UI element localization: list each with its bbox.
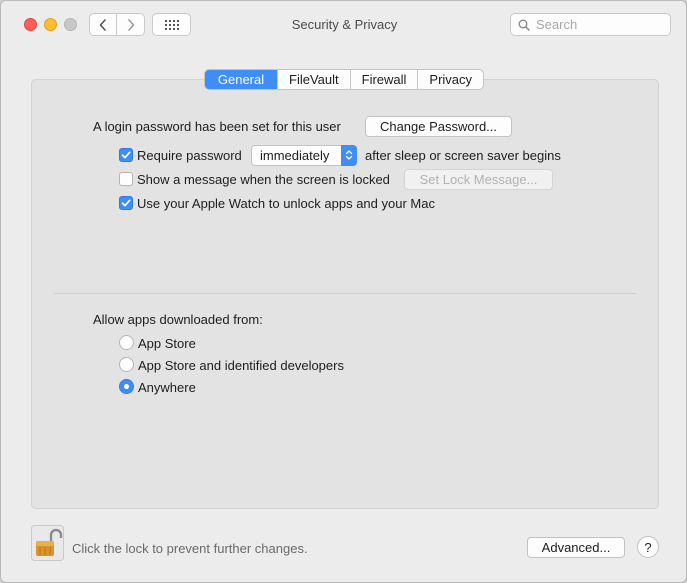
updown-chevron-icon: [341, 144, 357, 166]
tab-bar: General FileVault Firewall Privacy: [204, 69, 485, 90]
radio-anywhere-label: Anywhere: [138, 380, 196, 395]
apple-watch-checkbox[interactable]: [119, 196, 133, 210]
search-placeholder: Search: [536, 17, 578, 32]
radio-app-store-label: App Store: [138, 336, 196, 351]
lock-hint-text: Click the lock to prevent further change…: [72, 541, 308, 556]
tab-privacy[interactable]: Privacy: [417, 70, 483, 89]
search-field[interactable]: Search: [510, 13, 671, 36]
lock-icon[interactable]: [31, 525, 64, 561]
title-bar: Security & Privacy Search: [1, 1, 686, 49]
radio-app-store-identified[interactable]: [119, 357, 134, 372]
require-password-label: Require password: [137, 148, 242, 163]
section-divider: [54, 293, 636, 294]
radio-app-store[interactable]: [119, 335, 134, 350]
security-privacy-window: Security & Privacy Search General FileVa…: [0, 0, 687, 583]
checkmark-icon: [121, 199, 131, 207]
search-icon: [518, 19, 530, 31]
require-password-suffix: after sleep or screen saver begins: [365, 148, 561, 163]
change-password-button[interactable]: Change Password...: [365, 116, 512, 137]
advanced-button[interactable]: Advanced...: [527, 537, 625, 558]
checkmark-icon: [121, 151, 131, 159]
tab-filevault[interactable]: FileVault: [277, 70, 350, 89]
general-panel: [31, 79, 659, 509]
help-button[interactable]: ?: [637, 536, 659, 558]
tab-general[interactable]: General: [205, 70, 277, 89]
radio-anywhere[interactable]: [119, 379, 134, 394]
set-lock-message-button[interactable]: Set Lock Message...: [404, 169, 553, 190]
require-password-delay-select[interactable]: immediately: [251, 144, 357, 166]
require-password-checkbox[interactable]: [119, 148, 133, 162]
tab-firewall[interactable]: Firewall: [349, 70, 418, 89]
radio-app-store-identified-label: App Store and identified developers: [138, 358, 344, 373]
require-password-delay-value: immediately: [260, 148, 330, 163]
login-password-text: A login password has been set for this u…: [93, 119, 341, 134]
show-message-label: Show a message when the screen is locked: [137, 172, 390, 187]
allow-apps-heading: Allow apps downloaded from:: [93, 312, 263, 327]
show-message-checkbox[interactable]: [119, 172, 133, 186]
apple-watch-label: Use your Apple Watch to unlock apps and …: [137, 196, 435, 211]
